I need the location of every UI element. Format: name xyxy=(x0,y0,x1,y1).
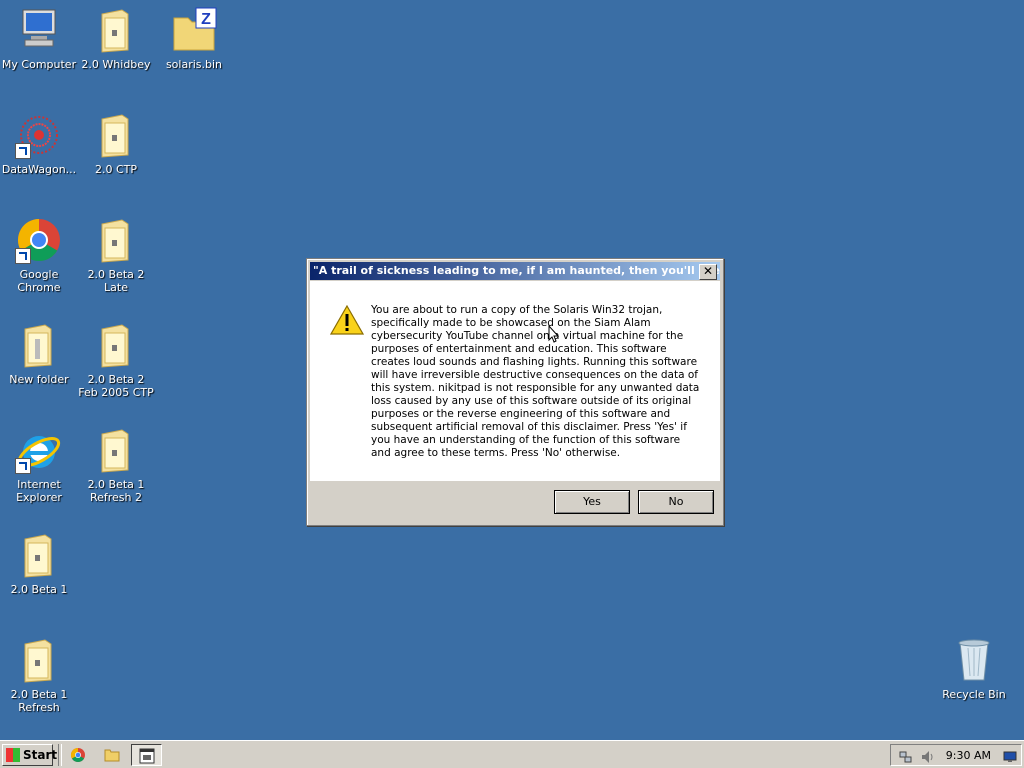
no-button[interactable]: No xyxy=(638,490,714,514)
folder-icon xyxy=(92,216,140,264)
desktop-icon-2-0-beta-2-feb-2005-ctp[interactable]: 2.0 Beta 2 Feb 2005 CTP xyxy=(77,321,155,399)
clock[interactable]: 9:30 AM xyxy=(946,745,991,767)
folder-icon xyxy=(92,111,140,159)
close-icon: ✕ xyxy=(702,264,714,278)
computer-icon xyxy=(15,6,63,54)
close-button[interactable]: ✕ xyxy=(699,264,717,280)
dialog-message: You are about to run a copy of the Solar… xyxy=(371,304,700,459)
taskbar-separator xyxy=(58,744,62,766)
network-icon[interactable] xyxy=(899,749,913,763)
start-label: Start xyxy=(23,748,58,762)
icon-label: DataWagon... xyxy=(1,163,77,176)
shortcut-arrow-icon xyxy=(15,248,31,264)
desktop-icon-datawagon[interactable]: DataWagon... xyxy=(0,111,78,176)
folder-icon xyxy=(92,6,140,54)
dialog-body: You are about to run a copy of the Solar… xyxy=(310,281,720,481)
icon-label: 2.0 Beta 2 Feb 2005 CTP xyxy=(78,373,154,399)
desktop-icon-2-0-whidbey[interactable]: 2.0 Whidbey xyxy=(77,6,155,71)
folder-icon xyxy=(15,531,63,579)
svg-text:Z: Z xyxy=(201,11,211,28)
folder-icon xyxy=(92,426,140,474)
desktop-icon-new-folder[interactable]: New folder xyxy=(0,321,78,386)
chrome-icon xyxy=(15,216,63,264)
dialog-titlebar[interactable]: "A trail of sickness leading to me, if I… xyxy=(310,262,720,280)
icon-label: New folder xyxy=(9,373,69,386)
shortcut-arrow-icon xyxy=(15,143,31,159)
desktop-icon-google-chrome[interactable]: Google Chrome xyxy=(0,216,78,294)
desktop-icon-2-0-beta-1[interactable]: 2.0 Beta 1 xyxy=(0,531,78,596)
icon-label: 2.0 Beta 1 Refresh xyxy=(10,688,68,714)
dialog-title: "A trail of sickness leading to me, if I… xyxy=(313,264,720,277)
desktop-icon-internet-explorer[interactable]: Internet Explorer xyxy=(0,426,78,504)
icon-label: solaris.bin xyxy=(165,58,223,71)
icon-label: Internet Explorer xyxy=(16,478,62,504)
taskbar-active-window-button[interactable] xyxy=(131,744,162,766)
icon-label: 2.0 Beta 1 xyxy=(10,583,68,596)
windows-logo-icon xyxy=(6,748,20,762)
folder-icon xyxy=(15,636,63,684)
quick-launch-chrome[interactable] xyxy=(70,747,86,763)
desktop-icon-2-0-beta-1-refresh[interactable]: 2.0 Beta 1 Refresh xyxy=(0,636,78,714)
desktop-icon-my-computer[interactable]: My Computer xyxy=(0,6,78,71)
folder-icon xyxy=(92,321,140,369)
warning-icon xyxy=(329,304,365,335)
archive-icon: Z xyxy=(170,6,218,54)
taskbar: Start 9:30 AM xyxy=(0,740,1024,768)
desktop-icon-recycle-bin[interactable]: Recycle Bin xyxy=(935,636,1013,701)
message-dialog: "A trail of sickness leading to me, if I… xyxy=(306,258,724,526)
shortcut-icon xyxy=(15,111,63,159)
desktop-icon-2-0-ctp[interactable]: 2.0 CTP xyxy=(77,111,155,176)
start-button[interactable]: Start xyxy=(2,744,57,766)
desktop-icon-2-0-beta-2-late[interactable]: 2.0 Beta 2 Late xyxy=(77,216,155,294)
icon-label: My Computer xyxy=(1,58,77,71)
folder-icon xyxy=(15,321,63,369)
quick-launch-explorer[interactable] xyxy=(104,747,120,763)
icon-label: 2.0 Beta 1 Refresh 2 xyxy=(87,478,145,504)
display-icon[interactable] xyxy=(1003,749,1017,763)
window-icon xyxy=(139,748,155,764)
system-tray: 9:30 AM xyxy=(890,744,1022,766)
desktop-icon-2-0-beta-1-refresh-2[interactable]: 2.0 Beta 1 Refresh 2 xyxy=(77,426,155,504)
speaker-icon[interactable] xyxy=(921,749,935,763)
icon-label: Recycle Bin xyxy=(942,688,1006,701)
icon-label: 2.0 CTP xyxy=(94,163,138,176)
mouse-cursor-icon xyxy=(548,324,560,343)
desktop-icon-solaris-bin[interactable]: Z solaris.bin xyxy=(155,6,233,71)
yes-button[interactable]: Yes xyxy=(554,490,630,514)
folder-icon xyxy=(104,749,120,762)
ie-icon xyxy=(15,426,63,474)
icon-label: 2.0 Beta 2 Late xyxy=(87,268,145,294)
icon-label: 2.0 Whidbey xyxy=(81,58,151,71)
chrome-icon xyxy=(70,748,85,763)
icon-label: Google Chrome xyxy=(17,268,61,294)
shortcut-arrow-icon xyxy=(15,458,31,474)
recycle-bin-icon xyxy=(950,636,998,684)
